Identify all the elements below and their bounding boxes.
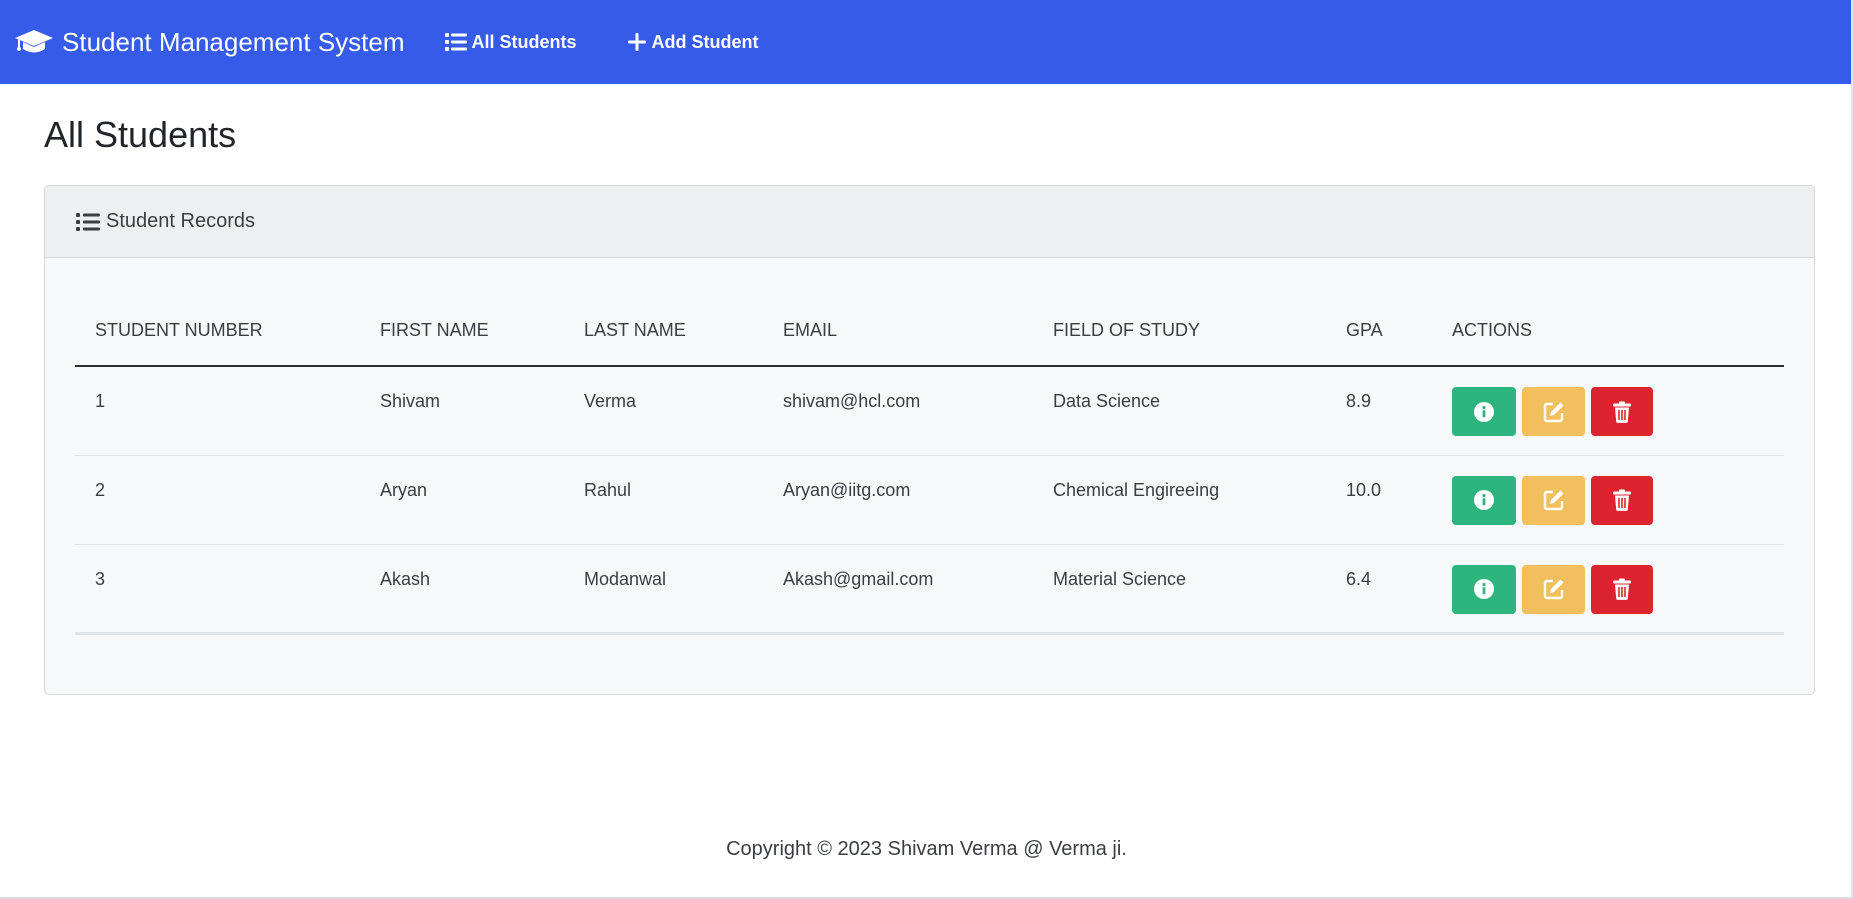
students-table: STUDENT NUMBER FIRST NAME LAST NAME EMAI… (75, 296, 1784, 635)
list-icon (444, 33, 467, 51)
cell-email: Akash@gmail.com (763, 544, 1033, 635)
info-circle-icon (1474, 401, 1494, 422)
cell-actions (1432, 366, 1784, 456)
table-header-row: STUDENT NUMBER FIRST NAME LAST NAME EMAI… (75, 296, 1784, 367)
delete-button[interactable] (1591, 387, 1653, 436)
table-row: 2 Aryan Rahul Aryan@iitg.com Chemical En… (75, 455, 1784, 545)
cell-gpa: 8.9 (1326, 366, 1432, 456)
plus-icon (627, 33, 646, 51)
column-header-last-name: LAST NAME (564, 296, 763, 367)
cell-first-name: Shivam (360, 366, 564, 456)
brand-title: Student Management System (62, 26, 405, 57)
cell-first-name: Aryan (360, 455, 564, 545)
cell-field-of-study: Chemical Engireeing (1033, 455, 1326, 545)
edit-button[interactable] (1522, 564, 1585, 614)
list-icon (76, 212, 100, 231)
edit-icon (1543, 402, 1563, 422)
nav-add-student[interactable]: Add Student (627, 32, 759, 53)
page: Student Management System All Students A… (0, 0, 1853, 899)
column-header-actions: ACTIONS (1432, 296, 1784, 367)
column-header-field-of-study: FIELD OF STUDY (1033, 296, 1326, 367)
cell-student-number: 3 (75, 544, 360, 635)
edit-icon (1543, 490, 1563, 511)
edit-icon (1543, 579, 1563, 600)
nav-add-student-label: Add Student (651, 31, 759, 52)
cell-field-of-study: Data Science (1033, 366, 1326, 456)
cell-last-name: Verma (564, 366, 763, 456)
nav-all-students[interactable]: All Students (444, 31, 577, 53)
delete-button[interactable] (1591, 475, 1653, 525)
cell-email: shivam@hcl.com (763, 366, 1033, 456)
delete-button[interactable] (1591, 564, 1653, 614)
cell-actions (1432, 544, 1784, 635)
info-circle-icon (1474, 579, 1494, 599)
cell-last-name: Rahul (564, 455, 763, 545)
column-header-email: EMAIL (763, 296, 1033, 367)
view-button[interactable] (1452, 564, 1516, 614)
card-header: Student Records (45, 186, 1814, 258)
column-header-gpa: GPA (1326, 296, 1432, 367)
cell-actions (1432, 455, 1784, 545)
brand[interactable]: Student Management System (14, 27, 405, 58)
trash-icon (1613, 578, 1631, 600)
view-button[interactable] (1452, 387, 1516, 436)
trash-icon (1613, 401, 1631, 423)
student-records-card: Student Records STUDENT NUMBER FIRST NAM… (44, 185, 1815, 695)
view-button[interactable] (1452, 475, 1516, 525)
cell-gpa: 6.4 (1326, 544, 1432, 635)
trash-icon (1613, 489, 1631, 511)
page-title: All Students (44, 114, 237, 155)
edit-button[interactable] (1522, 475, 1585, 525)
footer-copyright: Copyright © 2023 Shivam Verma @ Verma ji… (726, 838, 1127, 860)
info-circle-icon (1474, 490, 1494, 510)
cell-email: Aryan@iitg.com (763, 455, 1033, 545)
cell-last-name: Modanwal (564, 544, 763, 635)
cell-field-of-study: Material Science (1033, 544, 1326, 635)
column-header-student-number: STUDENT NUMBER (75, 296, 360, 367)
cell-student-number: 1 (75, 366, 360, 456)
cell-student-number: 2 (75, 455, 360, 545)
navbar: Student Management System All Students A… (0, 0, 1851, 84)
cell-first-name: Akash (360, 544, 564, 635)
table-row: 1 Shivam Verma shivam@hcl.com Data Scien… (75, 366, 1784, 456)
column-header-first-name: FIRST NAME (360, 296, 564, 367)
cell-gpa: 10.0 (1326, 455, 1432, 545)
card-header-title: Student Records (106, 210, 255, 232)
nav-all-students-label: All Students (471, 31, 577, 52)
graduation-cap-icon (15, 30, 53, 53)
edit-button[interactable] (1522, 387, 1585, 436)
table-row: 3 Akash Modanwal Akash@gmail.com Materia… (75, 544, 1784, 635)
